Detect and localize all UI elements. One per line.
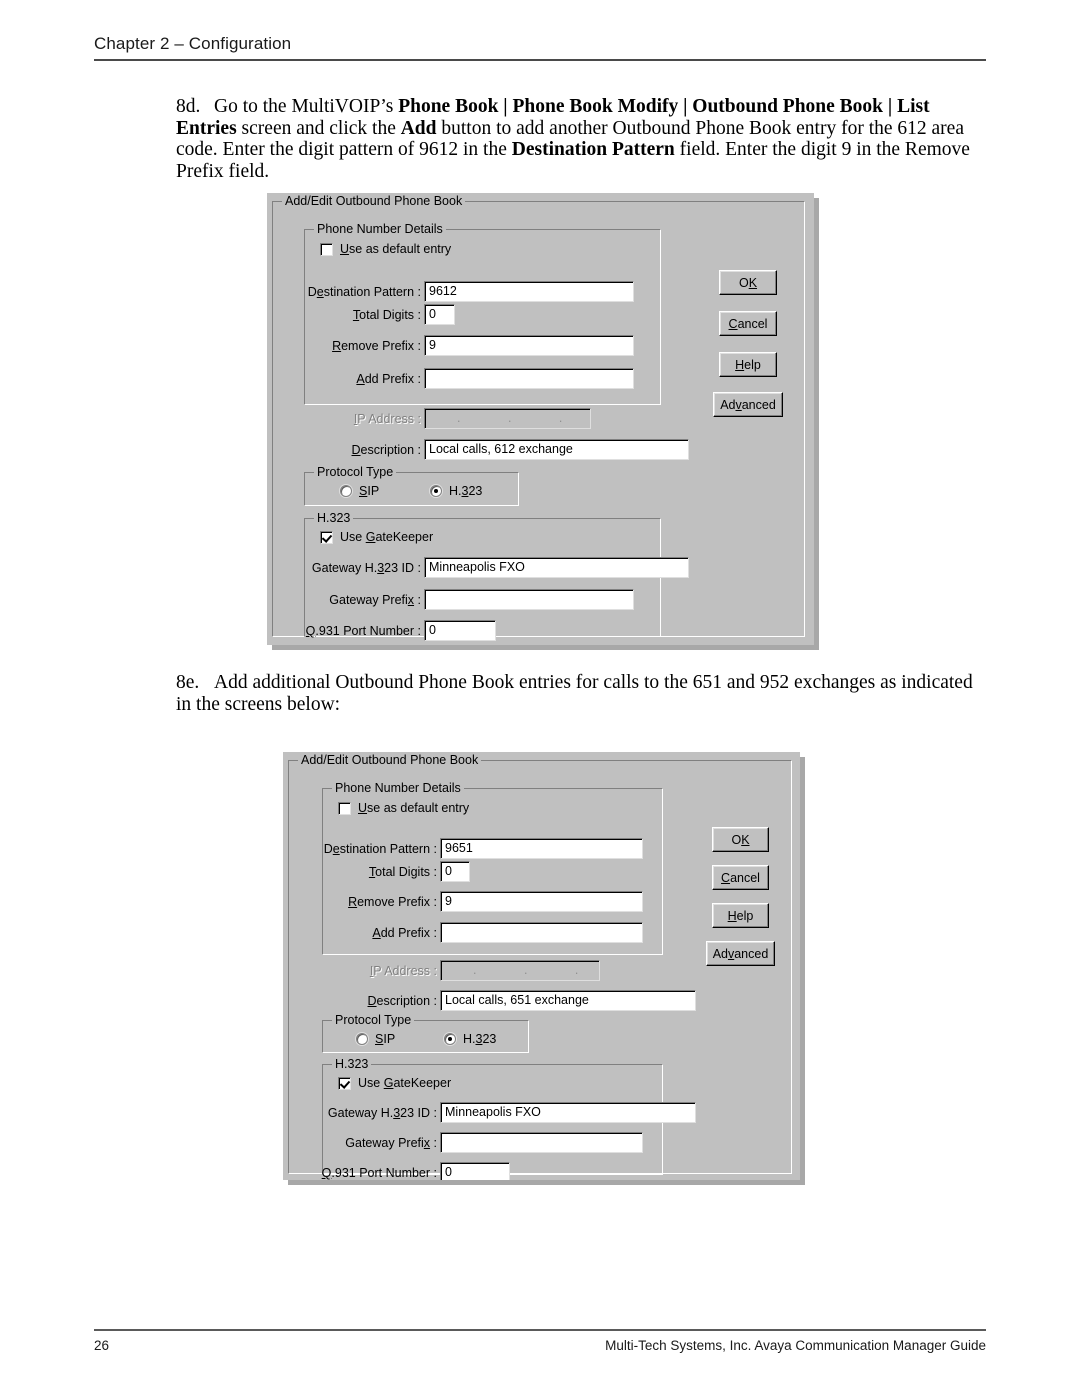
dialog-1-description-input[interactable]: Local calls, 612 exchange	[424, 439, 689, 460]
dialog-1-remove-prefix-label: Remove Prefix :	[332, 339, 421, 353]
dialog-2-protocol-type-caption: Protocol Type	[332, 1013, 415, 1027]
dialog-1-total-digits-label: Total Digits :	[352, 308, 421, 322]
dialog-2-phone-number-details-caption: Phone Number Details	[332, 781, 464, 795]
dialog-1-use-as-default-entry-label: Use as default entry	[340, 242, 452, 256]
step-8d: 8d. Go to the MultiVOIP’s Phone Book | P…	[176, 96, 991, 182]
dialog-2-radio-h323-label: H.323	[463, 1032, 497, 1046]
dialog-1-use-gatekeeper-checkbox[interactable]: Use GateKeeper	[320, 530, 433, 544]
dialog-2-cancel-button[interactable]: Cancel	[712, 865, 769, 890]
dialog-2-radio-sip[interactable]: SIP	[356, 1032, 395, 1046]
dialog-1-use-as-default-entry-checkbox[interactable]: Use as default entry	[320, 242, 451, 256]
chapter-title: Chapter 2 – Configuration	[94, 34, 292, 53]
dialog-2-remove-prefix-input[interactable]: 9	[440, 891, 643, 912]
dialog-2-use-gatekeeper-checkbox[interactable]: Use GateKeeper	[338, 1076, 451, 1090]
checkbox-icon	[320, 530, 333, 544]
dialog-add-edit-outbound-phone-book-1: Add/Edit Outbound Phone Book Phone Numbe…	[267, 193, 814, 645]
dialog-2-destination-pattern-label: Destination Pattern :	[323, 842, 437, 856]
dialog-1-ip-address-input: . . .	[424, 408, 591, 429]
dialog-2-add-prefix-label: Add Prefix :	[372, 926, 437, 940]
dialog-2-destination-pattern-input[interactable]: 9651	[440, 838, 643, 859]
step-8e: 8e. Add additional Outbound Phone Book e…	[176, 672, 991, 715]
dialog-2-gateway-prefix-label: Gateway Prefix :	[345, 1136, 437, 1150]
dialog-2-ip-address-input: . . .	[440, 960, 600, 981]
dialog-2-add-prefix-input[interactable]	[440, 922, 643, 943]
page-footer: 26 Multi-Tech Systems, Inc. Avaya Commun…	[94, 1329, 986, 1353]
dialog-1-q931-port-number-input[interactable]: 0	[424, 620, 496, 641]
dialog-1-gateway-prefix-label: Gateway Prefix :	[329, 593, 421, 607]
dialog-1-add-prefix-label: Add Prefix :	[356, 372, 421, 386]
dialog-2-h323-caption: H.323	[332, 1057, 372, 1071]
dialog-2-q931-port-number-input[interactable]: 0	[440, 1162, 510, 1180]
dialog-2-protocol-type-group: Protocol Type	[322, 1013, 529, 1053]
dialog-2-use-gatekeeper-label: Use GateKeeper	[358, 1076, 452, 1090]
radio-icon	[356, 1033, 368, 1045]
radio-icon	[340, 485, 352, 497]
dialog-2-use-as-default-entry-label: Use as default entry	[358, 801, 470, 815]
dialog-2-help-button[interactable]: Help	[712, 903, 769, 928]
checkbox-icon	[338, 1076, 351, 1090]
dialog-1-h323-caption: H.323	[314, 511, 354, 525]
dialog-1-remove-prefix-input[interactable]: 9	[424, 335, 634, 356]
dialog-2-advanced-button[interactable]: Ad v anced	[706, 941, 775, 966]
dialog-1-gateway-h323-id-input[interactable]: Minneapolis FXO	[424, 557, 689, 578]
dialog-add-edit-outbound-phone-book-2: Add/Edit Outbound Phone Book Phone Numbe…	[283, 752, 800, 1180]
dialog-2-total-digits-input[interactable]: 0	[440, 861, 470, 882]
dialog-1-add-prefix-input[interactable]	[424, 368, 634, 389]
dialog-1-ok-button[interactable]: OK	[719, 270, 777, 295]
dialog-1-ip-address-label: IP Address :	[353, 412, 421, 426]
dialog-2-gateway-h323-id-input[interactable]: Minneapolis FXO	[440, 1102, 696, 1123]
dialog-2-radio-sip-label: SIP	[375, 1032, 396, 1046]
page-header: Chapter 2 – Configuration	[94, 34, 986, 61]
dialog-2-ip-address-label: IP Address :	[369, 964, 437, 978]
dialog-1-total-digits-input[interactable]: 0	[424, 304, 455, 325]
dialog-1-protocol-type-group: Protocol Type	[304, 465, 519, 506]
dialog-2-title: Add/Edit Outbound Phone Book	[298, 753, 482, 767]
dialog-2-gateway-prefix-input[interactable]	[440, 1132, 643, 1153]
dialog-1-use-gatekeeper-label: Use GateKeeper	[340, 530, 434, 544]
dialog-1-phone-number-details-caption: Phone Number Details	[314, 222, 446, 236]
dialog-2-ip-address-value: . . .	[473, 963, 600, 977]
radio-icon	[430, 485, 442, 497]
dialog-1-title: Add/Edit Outbound Phone Book	[282, 194, 466, 208]
dialog-1-destination-pattern-input[interactable]: 9612	[424, 281, 634, 302]
dialog-1-cancel-button[interactable]: Cancel	[719, 311, 777, 336]
dialog-2-total-digits-label: Total Digits :	[368, 865, 437, 879]
dialog-1-radio-sip[interactable]: SIP	[340, 484, 379, 498]
step-8d-number: 8d.	[176, 96, 201, 117]
page-number: 26	[94, 1338, 110, 1353]
dialog-1-advanced-button[interactable]: Ad v anced	[713, 392, 783, 417]
dialog-2-description-input[interactable]: Local calls, 651 exchange	[440, 990, 696, 1011]
step-8e-number: 8e.	[176, 672, 200, 693]
dialog-1-gateway-h323-id-label: Gateway H.323 ID :	[311, 561, 421, 575]
checkbox-icon	[338, 801, 351, 815]
radio-icon	[444, 1033, 456, 1045]
dialog-2-use-as-default-entry-checkbox[interactable]: Use as default entry	[338, 801, 469, 815]
dialog-1-protocol-type-caption: Protocol Type	[314, 465, 397, 479]
dialog-1-radio-h323[interactable]: H.323	[430, 484, 482, 498]
dialog-2-ok-button[interactable]: OK	[712, 827, 769, 852]
dialog-1-radio-h323-label: H.323	[449, 484, 483, 498]
step-8d-text: Go to the MultiVOIP’s Phone Book | Phone…	[176, 96, 970, 182]
dialog-1-ip-address-value: . . .	[457, 411, 585, 425]
document-page: Chapter 2 – Configuration 8d. Go to the …	[0, 0, 1080, 1397]
dialog-2-radio-h323[interactable]: H.323	[444, 1032, 496, 1046]
dialog-1-q931-port-number-label: Q.931 Port Number :	[305, 624, 421, 638]
dialog-2-q931-port-number-label: Q.931 Port Number :	[321, 1166, 437, 1180]
dialog-2-gateway-h323-id-label: Gateway H.323 ID :	[327, 1106, 437, 1120]
dialog-1-gateway-prefix-input[interactable]	[424, 589, 634, 610]
guide-name: Multi-Tech Systems, Inc. Avaya Communica…	[605, 1338, 986, 1353]
header-divider	[94, 59, 986, 61]
dialog-1-help-button[interactable]: Help	[719, 352, 777, 377]
dialog-2-description-label: Description :	[367, 994, 437, 1008]
dialog-1-radio-sip-label: SIP	[359, 484, 380, 498]
dialog-1-destination-pattern-label: Destination Pattern :	[307, 285, 421, 299]
step-8e-text: Add additional Outbound Phone Book entri…	[176, 672, 973, 715]
dialog-2-remove-prefix-label: Remove Prefix :	[348, 895, 437, 909]
checkbox-icon	[320, 242, 333, 256]
dialog-1-description-label: Description :	[351, 443, 421, 457]
